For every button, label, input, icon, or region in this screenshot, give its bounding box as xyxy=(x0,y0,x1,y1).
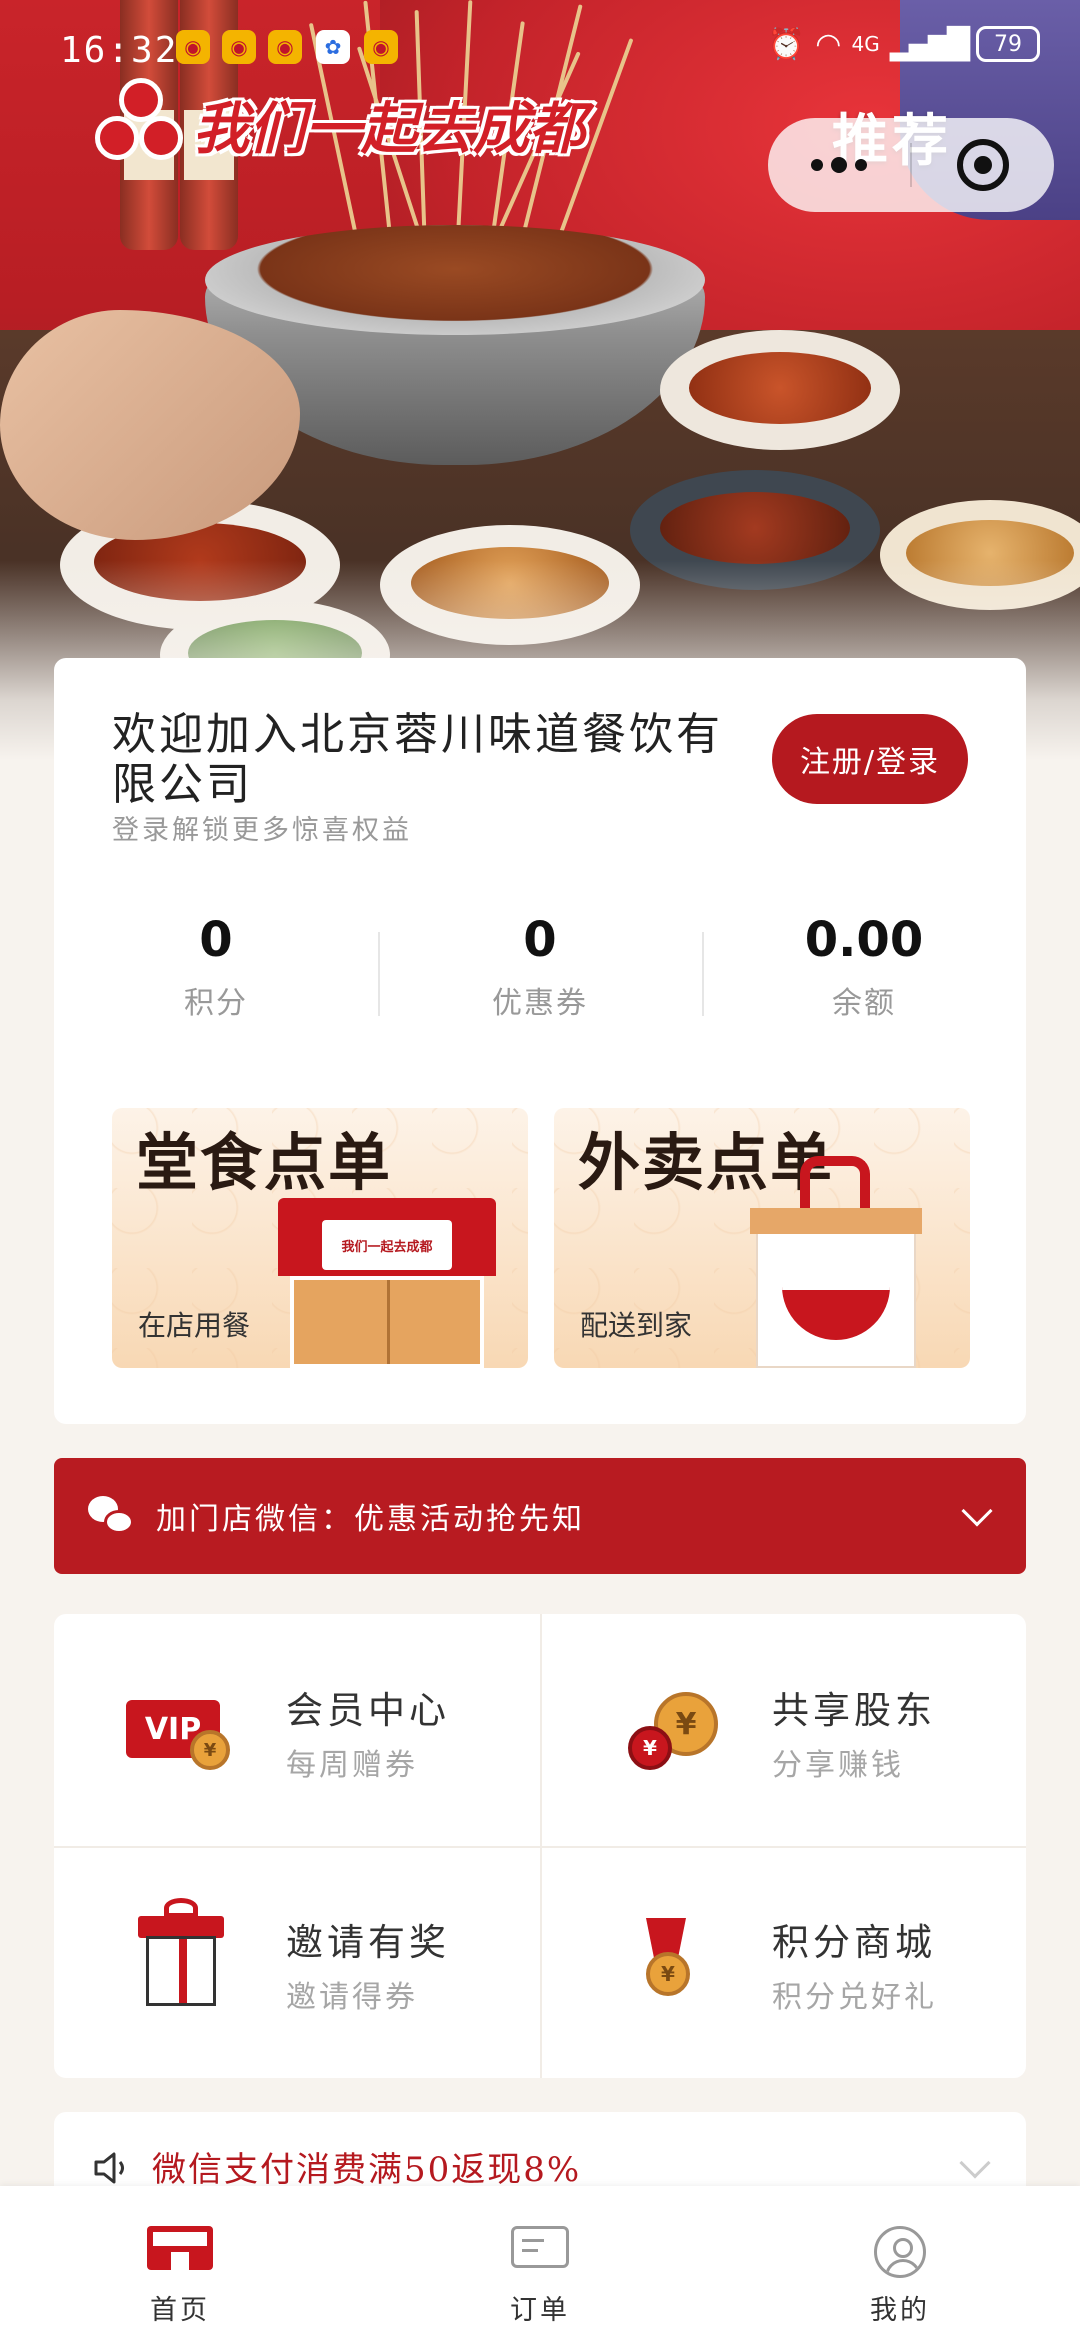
network-label: 4G xyxy=(851,32,880,56)
wifi-icon: ◠ xyxy=(815,26,842,62)
register-login-button[interactable]: 注册/登录 xyxy=(772,714,968,804)
delivery-subtitle: 配送到家 xyxy=(580,1309,693,1342)
tab-label: 首页 xyxy=(150,2295,210,2326)
weibo-notification-icon: ◉ xyxy=(176,30,210,64)
close-miniprogram-button[interactable] xyxy=(912,118,1054,212)
weibo-notification-icon: ◉ xyxy=(268,30,302,64)
welcome-subtitle: 登录解锁更多惊喜权益 xyxy=(112,815,412,846)
delivery-order-tile[interactable]: 外卖点单 配送到家 xyxy=(554,1108,970,1368)
wechat-banner-text: 加门店微信：优惠活动抢先知 xyxy=(156,1502,585,1537)
dish-image xyxy=(660,330,900,450)
points-value: 0 xyxy=(199,912,233,968)
home-store-icon xyxy=(147,2226,213,2270)
order-icon xyxy=(511,2226,569,2268)
gift-icon xyxy=(126,1898,236,2006)
brand-logo: 我们一起去成都 xyxy=(95,78,585,170)
coupons-label: 优惠券 xyxy=(492,986,588,1021)
profile-icon xyxy=(874,2226,926,2278)
service-title: 邀请有奖 xyxy=(286,1921,450,1964)
signal-icon: ▂▄▆█ xyxy=(889,26,970,62)
dine-in-order-tile[interactable]: 堂食点单 我们一起去成都 在店用餐 xyxy=(112,1108,528,1368)
wechat-store-banner[interactable]: 加门店微信：优惠活动抢先知 xyxy=(54,1458,1026,1574)
weibo-notification-icon: ◉ xyxy=(222,30,256,64)
welcome-title: 欢迎加入北京蓉川味道餐饮有限公司 xyxy=(112,709,723,810)
tab-home[interactable]: 首页 xyxy=(0,2186,360,2340)
dine-in-subtitle: 在店用餐 xyxy=(138,1309,251,1342)
service-title: 积分商城 xyxy=(772,1921,936,1964)
member-stats: 0 积分 0 优惠券 0.00 余额 xyxy=(54,910,1026,1040)
service-invite[interactable]: 邀请有奖 邀请得券 xyxy=(54,1846,540,2078)
chevron-down-icon xyxy=(959,2147,991,2179)
chevron-down-icon xyxy=(961,1495,993,1527)
brand-name: 我们一起去成都 xyxy=(193,95,585,162)
storefront-icon: 我们一起去成都 xyxy=(278,1198,496,1368)
promo-notice-text: 微信支付消费满50返现8% xyxy=(152,2150,582,2190)
delivery-title: 外卖点单 xyxy=(578,1126,835,1199)
weibo-notification-icon: ◉ xyxy=(364,30,398,64)
service-subtitle: 邀请得券 xyxy=(286,1980,418,2015)
service-title: 共享股东 xyxy=(772,1689,936,1732)
medal-icon: ¥ xyxy=(612,1918,722,2006)
service-grid: VIP ¥ 会员中心 每周赠券 ¥ ¥ 共享股东 分享赚钱 邀请有奖 邀请得券 … xyxy=(54,1614,1026,2078)
tab-label: 订单 xyxy=(510,2295,570,2326)
tab-orders[interactable]: 订单 xyxy=(360,2186,720,2340)
balance-value: 0.00 xyxy=(804,912,924,968)
service-member-center[interactable]: VIP ¥ 会员中心 每周赠券 xyxy=(54,1614,540,1846)
alarm-icon: ⏰ xyxy=(767,26,806,62)
coupons-value: 0 xyxy=(523,912,557,968)
vip-card-icon: VIP ¥ xyxy=(126,1692,236,1774)
store-sign: 我们一起去成都 xyxy=(322,1220,452,1270)
service-title: 会员中心 xyxy=(286,1689,450,1732)
balance-label: 余额 xyxy=(832,986,896,1021)
service-subtitle: 积分兑好礼 xyxy=(772,1980,937,2015)
wechat-icon xyxy=(88,1496,134,1536)
bottom-tab-bar: 首页 订单 我的 xyxy=(0,2186,1080,2340)
service-points-mall[interactable]: ¥ 积分商城 积分兑好礼 xyxy=(540,1846,1026,2078)
balance-stat[interactable]: 0.00 余额 xyxy=(702,910,1026,1040)
service-subtitle: 每周赠券 xyxy=(286,1748,418,1783)
service-shareholder[interactable]: ¥ ¥ 共享股东 分享赚钱 xyxy=(540,1614,1026,1846)
speaker-icon xyxy=(94,2152,124,2184)
member-card: 欢迎加入北京蓉川味道餐饮有限公司 登录解锁更多惊喜权益 注册/登录 0 积分 0… xyxy=(54,658,1026,1424)
points-label: 积分 xyxy=(184,986,248,1021)
miniprogram-capsule xyxy=(768,118,1054,212)
points-stat[interactable]: 0 积分 xyxy=(54,910,378,1040)
service-subtitle: 分享赚钱 xyxy=(772,1748,904,1783)
brand-flower-icon xyxy=(95,78,187,170)
more-button[interactable] xyxy=(768,118,910,212)
tab-profile[interactable]: 我的 xyxy=(720,2186,1080,2340)
tab-label: 我的 xyxy=(870,2295,930,2326)
dine-in-title: 堂食点单 xyxy=(136,1126,393,1199)
system-status-icons: ⏰ ◠ 4G ▂▄▆█ 79 xyxy=(768,26,1040,62)
coins-icon: ¥ ¥ xyxy=(612,1692,722,1774)
battery-icon: 79 xyxy=(976,26,1040,62)
baidu-notification-icon: ✿ xyxy=(316,30,350,64)
status-time: 16:32 xyxy=(60,30,179,71)
coupons-stat[interactable]: 0 优惠券 xyxy=(378,910,702,1040)
